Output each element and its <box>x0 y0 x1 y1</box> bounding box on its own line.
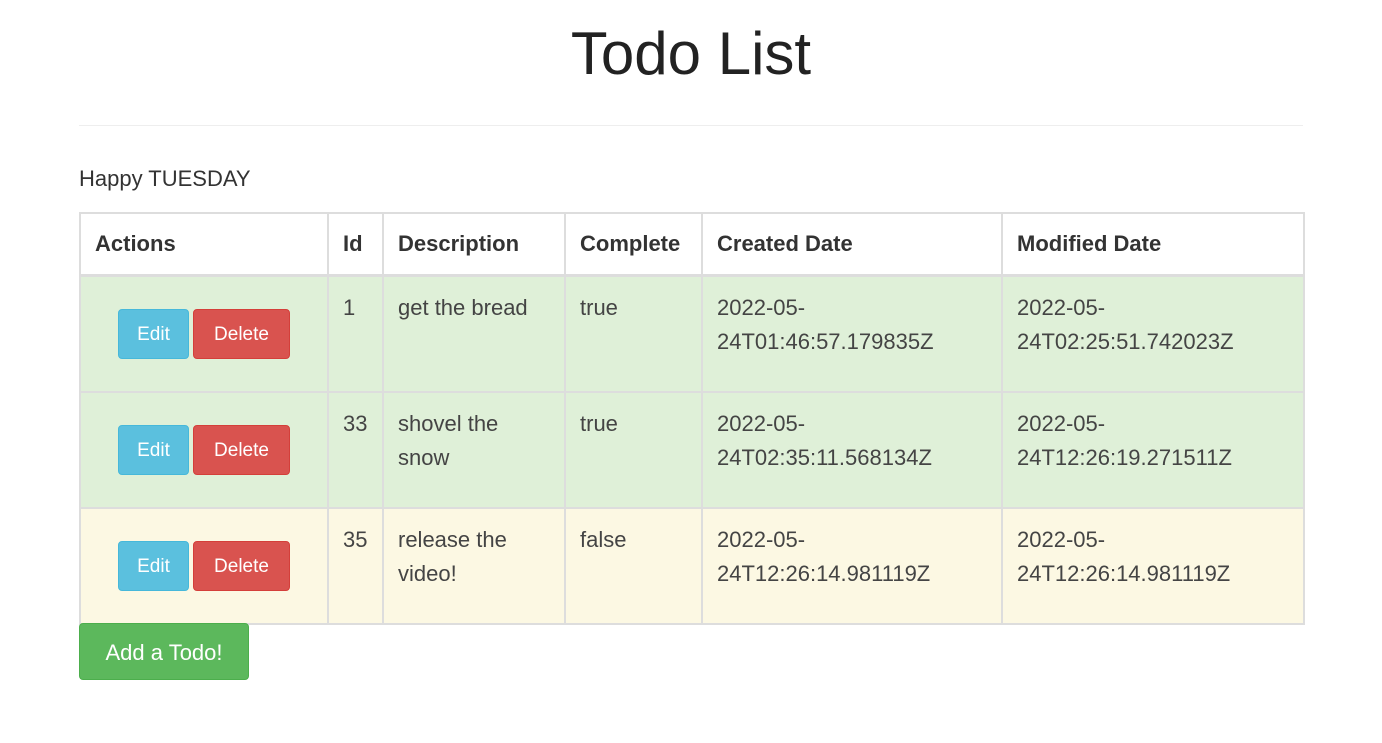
edit-button[interactable]: Edit <box>118 425 189 475</box>
modified-date-cell: 2022-05-24T12:26:14.981119Z <box>1001 507 1305 625</box>
modified-date-cell: 2022-05-24T12:26:19.271511Z <box>1001 391 1305 509</box>
description-cell: shovel the snow <box>382 391 566 509</box>
table-row: Edit Delete 1 get the bread true 2022-05-… <box>79 274 1305 393</box>
header-row: Actions Id Description Complete Created … <box>79 212 1305 277</box>
modified-date-cell: 2022-05-24T02:25:51.742023Z <box>1001 274 1305 393</box>
edit-button[interactable]: Edit <box>118 541 189 591</box>
complete-cell: false <box>564 507 703 625</box>
actions-cell: Edit Delete <box>79 391 329 509</box>
header-description: Description <box>382 212 566 277</box>
id-cell: 1 <box>327 274 384 393</box>
delete-button[interactable]: Delete <box>193 541 290 591</box>
description-cell: get the bread <box>382 274 566 393</box>
complete-cell: true <box>564 274 703 393</box>
page-title: Todo List <box>570 20 812 87</box>
header-id: Id <box>327 212 384 277</box>
header-created-date: Created Date <box>701 212 1003 277</box>
created-date-cell: 2022-05-24T02:35:11.568134Z <box>701 391 1003 509</box>
table-row: Edit Delete 33 shovel the snow true 2022-… <box>79 391 1305 509</box>
header-actions: Actions <box>79 212 329 277</box>
page-container: Todo List Happy TUESDAY Actions Id Descr… <box>79 0 1305 680</box>
created-date-cell: 2022-05-24T12:26:14.981119Z <box>701 507 1003 625</box>
greeting-text: Happy TUESDAY <box>79 166 251 191</box>
created-date-cell: 2022-05-24T01:46:57.179835Z <box>701 274 1003 393</box>
table-body: Edit Delete 1 get the bread true 2022-05-… <box>79 274 1305 625</box>
description-cell: release the video! <box>382 507 566 625</box>
complete-cell: true <box>564 391 703 509</box>
delete-button[interactable]: Delete <box>193 425 290 475</box>
id-cell: 35 <box>327 507 384 625</box>
add-todo-button[interactable]: Add a Todo! <box>79 623 249 680</box>
title-divider <box>79 125 1303 126</box>
actions-cell: Edit Delete <box>79 274 329 393</box>
delete-button[interactable]: Delete <box>193 309 290 359</box>
todo-table: Actions Id Description Complete Created … <box>79 212 1305 625</box>
header-complete: Complete <box>564 212 703 277</box>
actions-cell: Edit Delete <box>79 507 329 625</box>
edit-button[interactable]: Edit <box>118 309 189 359</box>
header-modified-date: Modified Date <box>1001 212 1305 277</box>
id-cell: 33 <box>327 391 384 509</box>
table-header: Actions Id Description Complete Created … <box>79 212 1305 277</box>
table-row: Edit Delete 35 release the video! false 2… <box>79 507 1305 625</box>
